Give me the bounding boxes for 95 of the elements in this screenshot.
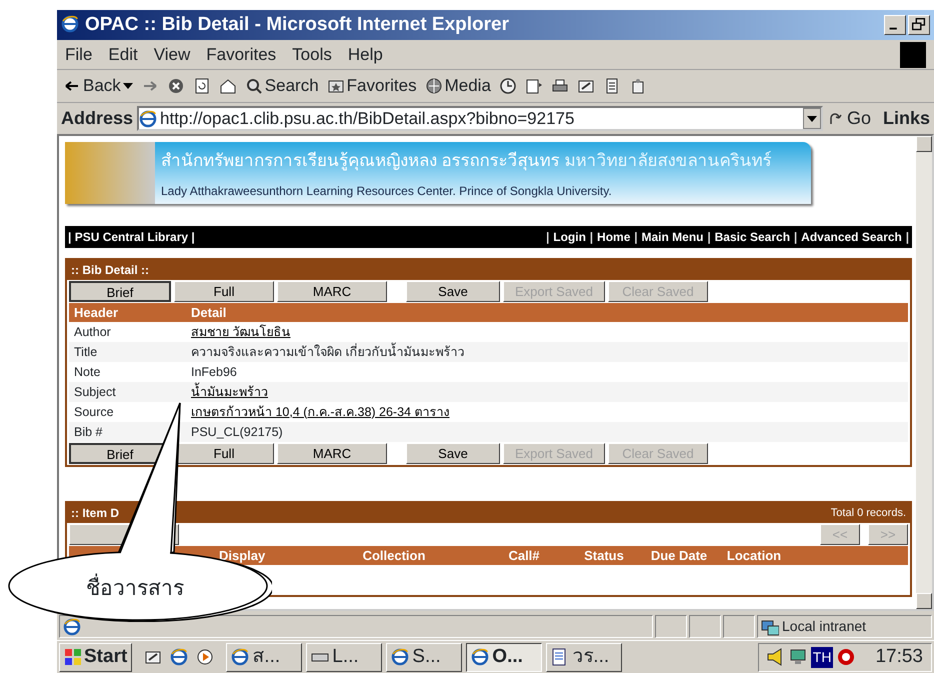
nav-link[interactable]: Advanced Search [801, 228, 902, 246]
bib-view-button[interactable]: Brief [69, 281, 171, 302]
minimize-icon[interactable] [884, 15, 906, 35]
banner-thai-name: สำนักทรัพยากรการเรียนรู้คุณหญิงหลง อรรถกระวีสุนทร [161, 151, 560, 170]
taskbar-button[interactable]: ส... [226, 642, 302, 672]
column-header: Status [583, 546, 625, 565]
nav-separator: | [634, 229, 638, 246]
toolbar-button[interactable]: Media [424, 73, 491, 99]
network-icon [761, 618, 779, 636]
page-icon [63, 618, 81, 636]
menu-item[interactable]: View [154, 42, 190, 68]
clock: 17:53 [874, 644, 923, 669]
field-label: Author [73, 324, 112, 341]
field-value: PSU_CL(92175) [191, 424, 283, 441]
browser-icon [471, 648, 490, 666]
field-value: InFeb96 [191, 364, 237, 381]
column-header: Header [73, 304, 120, 322]
page-icon [139, 110, 158, 128]
browser-icon [170, 648, 188, 666]
field-value: ความจริงและความเข้าใจผิด เกี่ยวกับน้ำมันมะพร้าว [191, 342, 464, 361]
menu-item[interactable]: Edit [108, 42, 138, 68]
antivirus-icon [837, 648, 856, 666]
nav-separator: | [794, 229, 798, 246]
caret-icon [122, 83, 133, 89]
column-header: Collection [362, 546, 426, 565]
nav-link[interactable]: Main Menu [642, 228, 704, 246]
toolbar-button[interactable]: Search [244, 73, 319, 99]
column-header: Display [219, 546, 266, 565]
nav-link[interactable]: Login [553, 228, 586, 246]
callout-text: ชื่อวารสาร [86, 573, 184, 604]
toolbar-button[interactable]: Favorites [326, 73, 417, 99]
nav-separator: | [906, 229, 909, 246]
dropdown-button[interactable] [802, 108, 821, 129]
address-label: Address [61, 107, 134, 130]
field-label: Note [73, 364, 102, 381]
status-panel [655, 615, 687, 638]
stop-icon[interactable] [166, 77, 185, 95]
column-header: Detail [191, 304, 226, 322]
browser-icon [61, 15, 81, 35]
nav-separator: | [590, 229, 594, 246]
nav-separator: | [708, 229, 711, 246]
field-label: Bib # [73, 424, 104, 441]
search-icon [244, 77, 263, 95]
banner-english-name: Lady Atthakraweesunthorn Learning Resources Center. Prince of Songkla University. [161, 182, 613, 200]
refresh-icon[interactable] [192, 77, 211, 95]
restore-icon[interactable] [908, 15, 930, 35]
home-icon[interactable] [218, 77, 237, 95]
links-button[interactable]: Links [874, 105, 930, 132]
status-panel [723, 615, 755, 638]
column-header: Location [726, 546, 782, 565]
browser-icon [231, 648, 250, 666]
vertical-scrollbar[interactable] [916, 136, 932, 609]
play-icon [196, 648, 214, 666]
bib-view-button[interactable]: Save [406, 443, 500, 464]
field-link[interactable]: สมชาย วัฒนโยธิน [191, 322, 290, 342]
record-count: Total 0 records. [830, 506, 906, 521]
site-name: | PSU Central Library | [68, 229, 195, 246]
globe-icon [424, 77, 443, 95]
nav-link[interactable]: Home [597, 228, 630, 246]
bib-view-button[interactable]: MARC [277, 443, 387, 464]
menu-item[interactable]: Favorites [206, 42, 276, 68]
field-label: Title [73, 344, 98, 361]
status-panel [689, 615, 721, 638]
menu-item[interactable]: File [65, 42, 92, 68]
banner-university: มหาวิทยาลัยสงขลานครินทร์ [564, 151, 772, 170]
go-button[interactable]: Go [826, 105, 871, 132]
taskbar-button[interactable]: S... [386, 642, 462, 672]
nav-link[interactable]: Basic Search [714, 228, 790, 246]
window-title: OPAC :: Bib Detail - Microsoft Internet Explorer [85, 12, 510, 37]
menu-item[interactable]: Help [348, 42, 383, 68]
taskbar-button[interactable]: L... [306, 642, 382, 672]
bib-view-button[interactable]: Save [406, 281, 500, 302]
clock-icon[interactable] [498, 77, 517, 95]
address-field[interactable]: http://opac1.clib.psu.ac.th/BibDetail.aspx?bibno=92175 [137, 106, 823, 131]
menu-item[interactable]: Tools [292, 42, 332, 68]
start-button[interactable]: Start [59, 642, 132, 672]
taskbar-button[interactable]: O... [466, 642, 542, 672]
language-indicator[interactable]: TH [810, 646, 834, 668]
taskbar-button[interactable]: วร... [546, 642, 622, 672]
panel-title: :: Bib Detail :: [67, 260, 910, 280]
column-header: Due Date [650, 546, 708, 565]
nav-separator: | [546, 229, 550, 246]
toolbar-button[interactable]: Back [63, 73, 133, 99]
field-label: Source [73, 404, 115, 421]
browser-icon [391, 648, 410, 666]
field-link[interactable]: เกษตรก้าวหน้า 10,4 (ก.ค.-ส.ค.38) 26-34 ตาราง [191, 402, 450, 422]
panel-title: :: Item D [71, 505, 119, 522]
field-label: Subject [73, 384, 117, 401]
bib-view-button[interactable]: Full [174, 281, 274, 302]
column-header: Call# [507, 546, 541, 565]
bib-view-button[interactable]: MARC [277, 281, 387, 302]
caret-icon [806, 116, 817, 122]
monitor-icon [788, 648, 807, 666]
field-link[interactable]: น้ำมันมะพร้าว [191, 382, 268, 402]
zone-label: Local intranet [782, 617, 866, 636]
